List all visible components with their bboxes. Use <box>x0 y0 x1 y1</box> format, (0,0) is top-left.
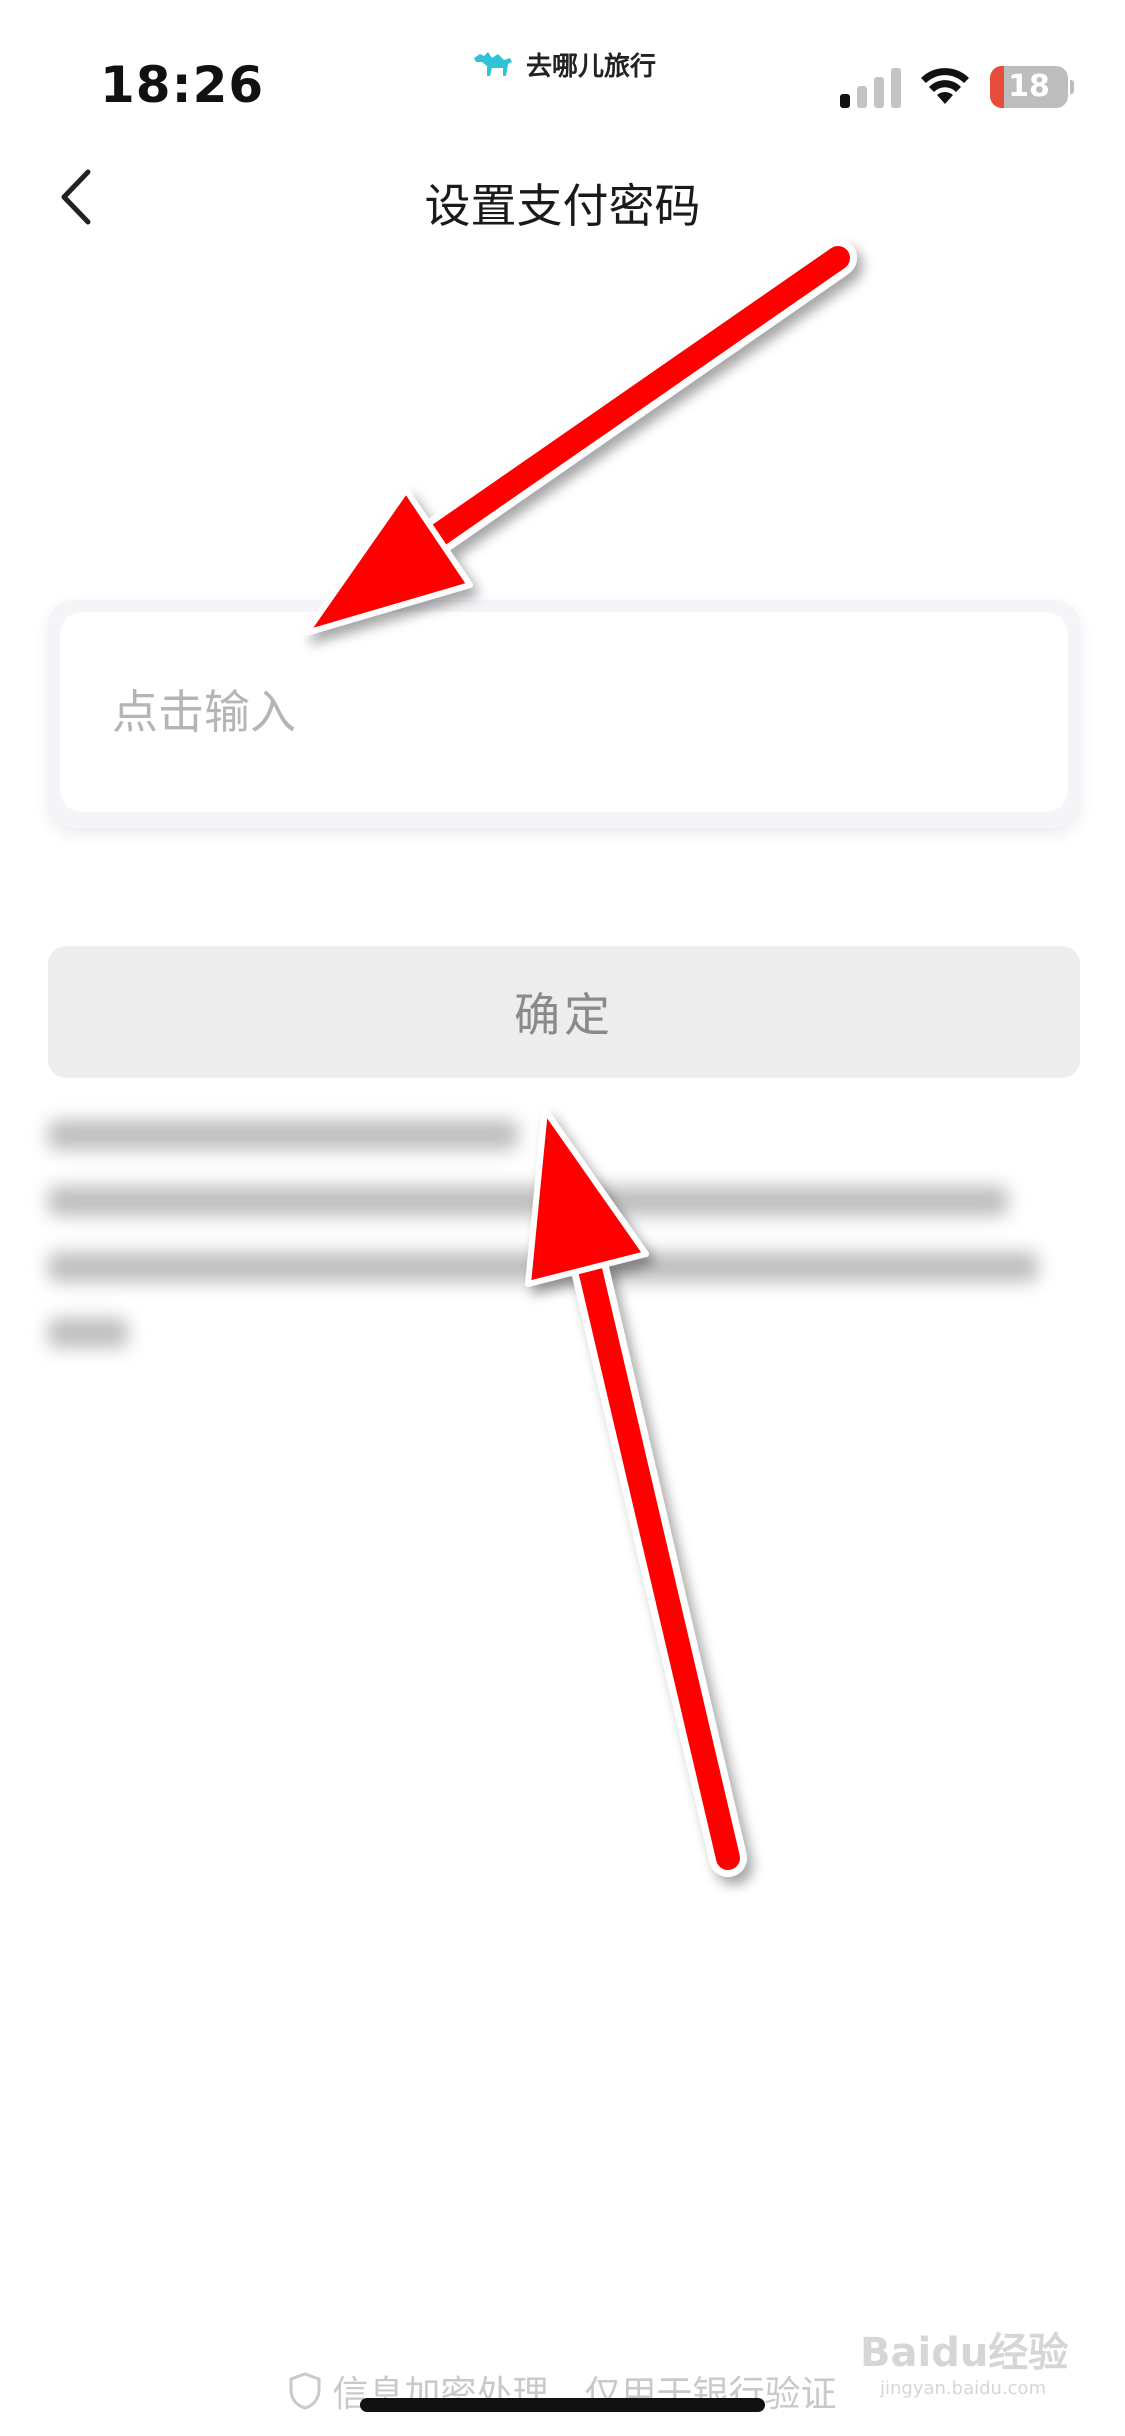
nav-bar: 设置支付密码 <box>0 140 1125 260</box>
arrow-to-input-icon <box>303 239 857 636</box>
status-bar: 18:26 去哪儿旅行 18 <box>0 0 1125 140</box>
app-brand: 去哪儿旅行 <box>470 46 656 83</box>
watermark-logo: Baidu经验 <box>860 2330 1069 2376</box>
status-time: 18:26 <box>100 56 265 114</box>
brand-name: 去哪儿旅行 <box>526 52 657 82</box>
password-input-card <box>48 600 1080 828</box>
cellular-signal-icon <box>840 68 901 108</box>
battery-icon: 18 <box>990 66 1074 108</box>
page-title: 设置支付密码 <box>424 179 701 233</box>
shield-icon <box>289 2372 321 2410</box>
battery-level: 18 <box>1008 69 1050 104</box>
watermark-url: jingyan.baidu.com <box>880 2378 1047 2399</box>
wifi-icon <box>921 68 969 104</box>
confirm-button[interactable]: 确定 <box>48 946 1080 1078</box>
payment-password-input[interactable] <box>60 612 1068 812</box>
blurred-notice-text <box>48 1120 1048 1384</box>
password-input-container <box>60 612 1068 812</box>
home-indicator[interactable] <box>360 2398 765 2412</box>
camel-logo-icon <box>474 51 512 76</box>
